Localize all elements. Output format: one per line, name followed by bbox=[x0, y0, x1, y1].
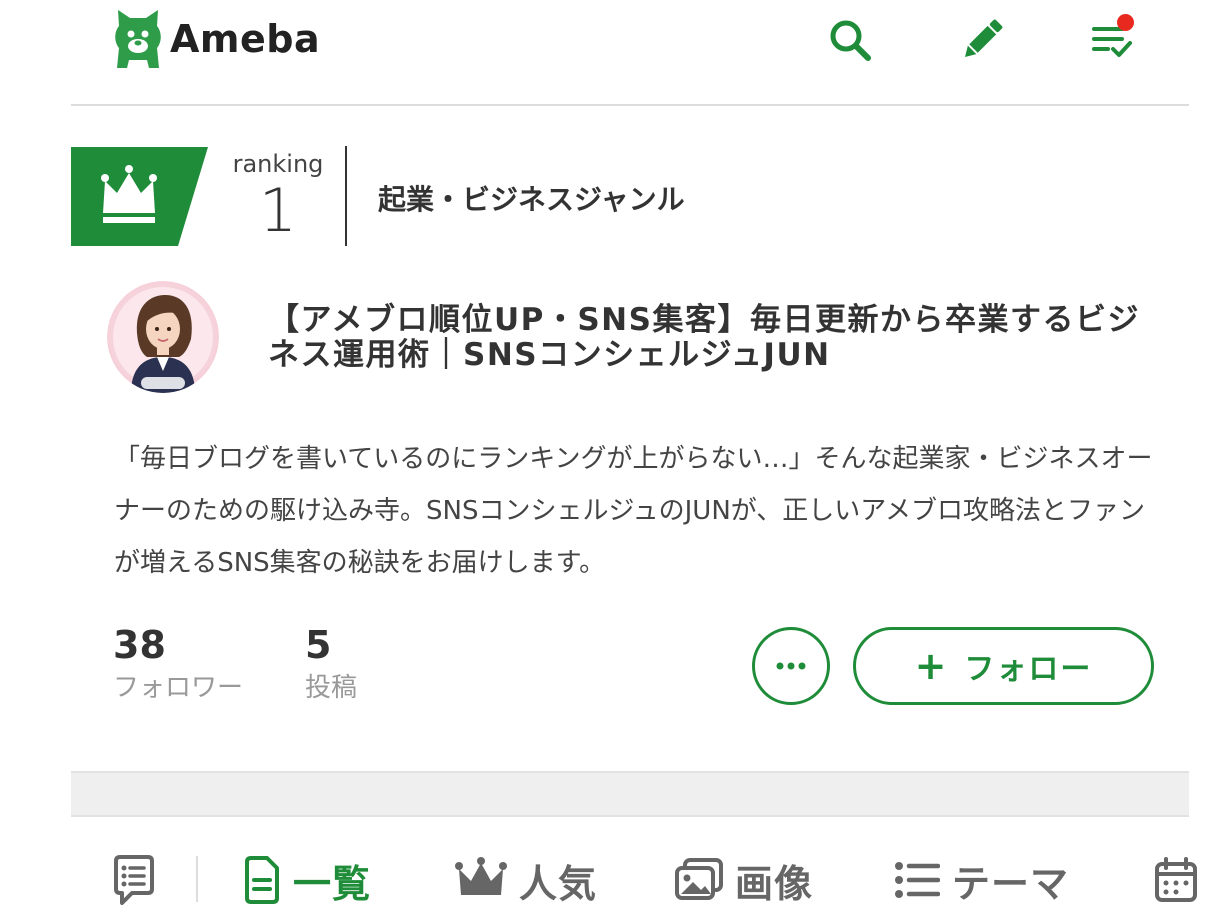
ranking-number: 1 bbox=[258, 176, 298, 246]
header-divider bbox=[71, 104, 1189, 106]
page: Ameba ranking 1 起業・ビジネスジャンル 【アメブロ順位UP・SN… bbox=[0, 0, 1220, 915]
message-icon bbox=[114, 855, 154, 905]
tab-calendar[interactable] bbox=[1154, 850, 1198, 910]
tab-popular[interactable]: 人気 bbox=[455, 850, 597, 910]
write-post-button[interactable] bbox=[956, 14, 1008, 66]
section-separator bbox=[71, 771, 1189, 817]
crown-icon bbox=[455, 857, 507, 895]
tab-list[interactable]: 一覧 bbox=[243, 850, 371, 910]
tab-images-label: 画像 bbox=[735, 861, 814, 906]
posts-label: 投稿 bbox=[305, 673, 358, 703]
blog-title[interactable]: 【アメブロ順位UP・SNS集客】毎日更新から卒業するビジネス運用術｜SNSコンシ… bbox=[268, 303, 1158, 373]
follow-button[interactable]: + フォロー bbox=[853, 627, 1154, 705]
blog-description: 「毎日ブログを書いているのにランキングが上がらない…」そんな起業家・ビジネスオー… bbox=[114, 444, 1153, 578]
more-options-button[interactable] bbox=[752, 627, 830, 705]
header: Ameba bbox=[0, 0, 1220, 106]
ranking-genre-link[interactable]: 起業・ビジネスジャンル bbox=[378, 178, 685, 218]
document-icon bbox=[245, 856, 279, 904]
avatar-image bbox=[107, 281, 219, 393]
notification-dot bbox=[1117, 14, 1134, 31]
calendar-icon bbox=[1155, 857, 1197, 902]
image-icon bbox=[675, 858, 723, 900]
avatar[interactable] bbox=[107, 281, 219, 393]
tab-bar: 一覧 人気 画像 テーマ bbox=[0, 840, 1220, 915]
tab-divider bbox=[196, 856, 198, 902]
posts-count: 5 bbox=[305, 623, 332, 667]
ellipsis-icon bbox=[776, 662, 806, 670]
tab-messages[interactable] bbox=[112, 850, 156, 910]
feed-button[interactable] bbox=[1086, 14, 1138, 66]
tab-themes[interactable]: テーマ bbox=[894, 850, 1069, 910]
tab-popular-label: 人気 bbox=[519, 861, 598, 906]
ameba-mascot-icon bbox=[115, 10, 161, 68]
search-icon bbox=[830, 20, 871, 61]
followers-stat[interactable]: 38 フォロワー bbox=[113, 622, 243, 708]
posts-stat[interactable]: 5 投稿 bbox=[305, 622, 357, 708]
tab-themes-label: テーマ bbox=[952, 861, 1070, 906]
search-button[interactable] bbox=[824, 14, 876, 66]
ranking-divider bbox=[345, 146, 347, 246]
logo-text: Ameba bbox=[170, 17, 321, 61]
tab-images[interactable]: 画像 bbox=[675, 850, 813, 910]
pencil-icon bbox=[965, 19, 1003, 57]
ranking-crown-badge bbox=[71, 147, 208, 246]
ranking-label: ranking bbox=[232, 150, 324, 178]
followers-count: 38 bbox=[113, 623, 166, 667]
list-icon bbox=[895, 862, 940, 898]
follow-label: フォロー bbox=[964, 652, 1093, 687]
ameba-logo[interactable]: Ameba bbox=[110, 6, 320, 72]
followers-label: フォロワー bbox=[113, 673, 244, 703]
plus-icon: + bbox=[914, 644, 949, 688]
tab-list-label: 一覧 bbox=[293, 861, 372, 906]
